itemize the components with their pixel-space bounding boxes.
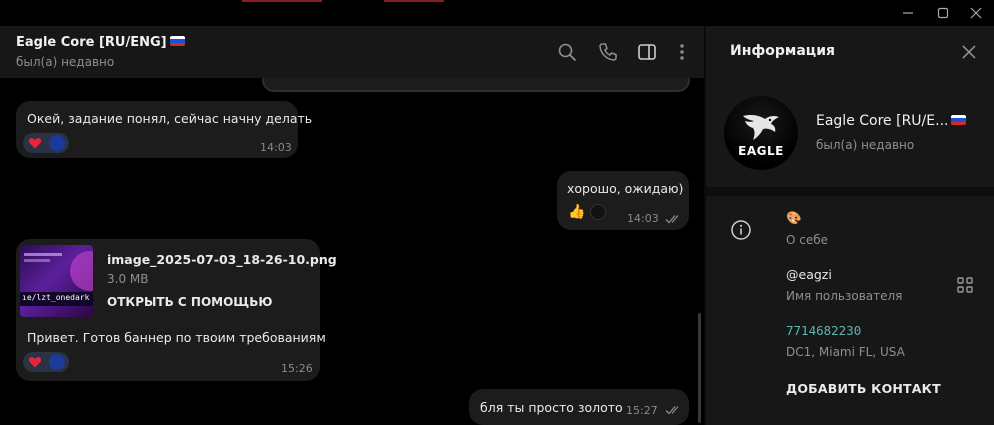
message-text: бля ты просто золото — [480, 400, 623, 415]
message-incoming[interactable]: Окей, задание понял, сейчас начну делать… — [16, 101, 312, 158]
window-titlebar — [0, 0, 994, 26]
sidebar-toggle-icon[interactable] — [636, 41, 658, 63]
file-name[interactable]: image_2025-07-03_18-26-10.png — [107, 252, 337, 267]
file-thumbnail[interactable]: ıe/lzt_onedark — [20, 245, 93, 317]
eagle-logo-icon — [743, 115, 779, 140]
read-ticks-icon — [665, 406, 679, 415]
russia-flag-icon — [169, 36, 185, 46]
phone-value[interactable]: 7714682230 — [786, 323, 861, 338]
message-time: 14:03 — [260, 141, 292, 154]
message-outgoing[interactable]: хорошо, ожидаю) 👍 14:03 — [557, 171, 689, 230]
avatar-text: EAGLE — [738, 144, 784, 158]
close-icon[interactable] — [966, 3, 986, 23]
open-with-button[interactable]: ОТКРЫТЬ С ПОМОЩЬЮ — [107, 295, 272, 309]
qr-code-icon[interactable] — [956, 276, 974, 294]
reaction-heart[interactable] — [23, 133, 69, 153]
info-icon — [731, 220, 751, 240]
maximize-icon[interactable] — [933, 3, 953, 23]
message-outgoing[interactable]: бля ты просто золото 15:27 — [469, 389, 689, 425]
titlebar-accent — [242, 0, 322, 2]
message-text: Окей, задание понял, сейчас начну делать — [27, 111, 313, 126]
bio-value: 🎨 — [786, 210, 802, 225]
profile-status: был(а) недавно — [816, 138, 915, 152]
minimize-icon[interactable] — [898, 3, 918, 23]
profile-name-text: Eagle Core [RU/E... — [816, 113, 949, 129]
section-separator — [706, 187, 994, 196]
reactor-avatar — [590, 204, 606, 220]
info-panel-title: Информация — [730, 43, 835, 59]
message-text: Привет. Готов баннер по твоим требования… — [27, 330, 326, 345]
heart-icon — [28, 357, 42, 368]
heart-icon — [28, 138, 42, 149]
file-size: 3.0 MB — [107, 272, 149, 286]
message-time: 15:27 — [626, 404, 658, 417]
bio-label: О себе — [786, 233, 829, 247]
reactor-avatar — [49, 135, 65, 151]
chat-header[interactable]: Eagle Core [RU/ENG] был(а) недавно — [0, 26, 704, 78]
search-icon[interactable] — [556, 41, 578, 63]
more-vertical-icon[interactable] — [671, 41, 693, 63]
username-label: Имя пользователя — [786, 289, 903, 303]
thumbs-up-icon[interactable]: 👍 — [568, 204, 585, 220]
titlebar-accent — [384, 0, 444, 2]
russia-flag-icon — [951, 115, 967, 125]
chat-scrollbar[interactable] — [698, 313, 701, 423]
close-panel-icon[interactable] — [960, 43, 978, 61]
phone-icon[interactable] — [597, 41, 619, 63]
message-time: 15:26 — [281, 362, 313, 375]
message-text: хорошо, ожидаю) — [567, 181, 684, 196]
thumbnail-caption: ıe/lzt_onedark — [22, 293, 90, 302]
chat-status: был(а) недавно — [16, 55, 115, 69]
previous-message-fragment — [262, 78, 690, 92]
message-time: 14:03 — [627, 212, 659, 225]
profile-name: Eagle Core [RU/E... — [816, 113, 967, 129]
add-contact-button[interactable]: ДОБАВИТЬ КОНТАКТ — [786, 381, 941, 396]
chat-title[interactable]: Eagle Core [RU/ENG] — [16, 35, 185, 50]
read-ticks-icon — [665, 215, 679, 224]
reaction-heart[interactable] — [23, 352, 69, 372]
reactor-avatar — [49, 354, 65, 370]
chat-title-text: Eagle Core [RU/ENG] — [16, 35, 167, 50]
phone-label: DC1, Miami FL, USA — [786, 345, 905, 359]
message-list[interactable]: Окей, задание понял, сейчас начну делать… — [0, 78, 704, 425]
username-value[interactable]: @eagzi — [786, 267, 832, 282]
profile-avatar[interactable]: EAGLE — [724, 96, 798, 170]
info-panel: Информация EAGLE Eagle Core [RU/E... был… — [706, 26, 994, 425]
